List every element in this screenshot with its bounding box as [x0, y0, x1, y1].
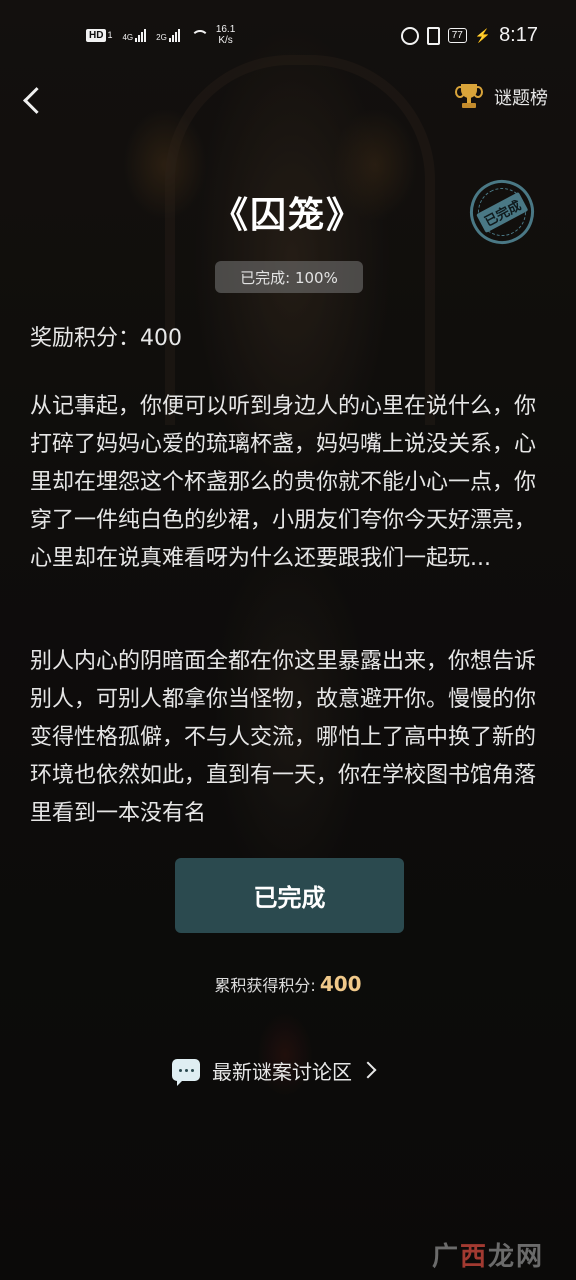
chat-bubble-icon [172, 1059, 200, 1086]
watermark-logo: 广西龙网 [431, 1242, 544, 1272]
alarm-icon [400, 26, 419, 45]
chevron-right-icon [359, 1061, 377, 1079]
discussion-label: 最新谜案讨论区 [212, 1059, 352, 1084]
rank-label: 谜题榜 [494, 88, 548, 109]
stamp-label: 已完成 [476, 191, 528, 233]
total-points-label: 累积获得积分: [214, 976, 316, 995]
hd-indicator: HD 1 [86, 29, 113, 42]
completed-button[interactable]: 已完成 [175, 858, 404, 933]
reward-points: 奖励积分：400 [30, 326, 182, 351]
story-paragraph-1: 从记事起，你便可以听到身边人的心里在说什么，你打碎了妈妈心爱的琉璃杯盏，妈妈嘴上… [30, 394, 537, 571]
battery-icon: 77 [447, 28, 467, 43]
signal-icon-2: 2G [156, 28, 180, 42]
back-button[interactable] [18, 80, 50, 120]
total-points: 累积获得积分: 400 [0, 972, 576, 996]
clock: 8:17 [499, 24, 538, 46]
sim-slot: 1 [107, 30, 113, 40]
wifi-icon [190, 29, 209, 41]
signal-icon: 4G [122, 28, 147, 42]
status-right: 77 ⚡ 8:17 [400, 24, 538, 47]
total-points-value: 400 [319, 972, 362, 996]
back-arrow-icon [22, 86, 50, 114]
progress-badge: 已完成: 100% [215, 261, 363, 293]
charging-icon: ⚡ [474, 27, 492, 43]
story-paragraph-2: 别人内心的阴暗面全都在你这里暴露出来，你想告诉别人，可别人都拿你当怪物，故意避开… [30, 649, 537, 826]
trophy-icon [455, 84, 483, 110]
status-bar: HD 1 4G 2G 16.1 K/s 77 ⚡ 8:17 [0, 0, 576, 72]
discussion-link[interactable]: 最新谜案讨论区 [172, 1050, 377, 1090]
puzzle-rank-button[interactable]: 谜题榜 [455, 84, 548, 110]
vibrate-icon [426, 26, 440, 45]
status-left: HD 1 4G 2G 16.1 K/s [86, 24, 235, 46]
network-speed: 16.1 K/s [215, 24, 236, 46]
